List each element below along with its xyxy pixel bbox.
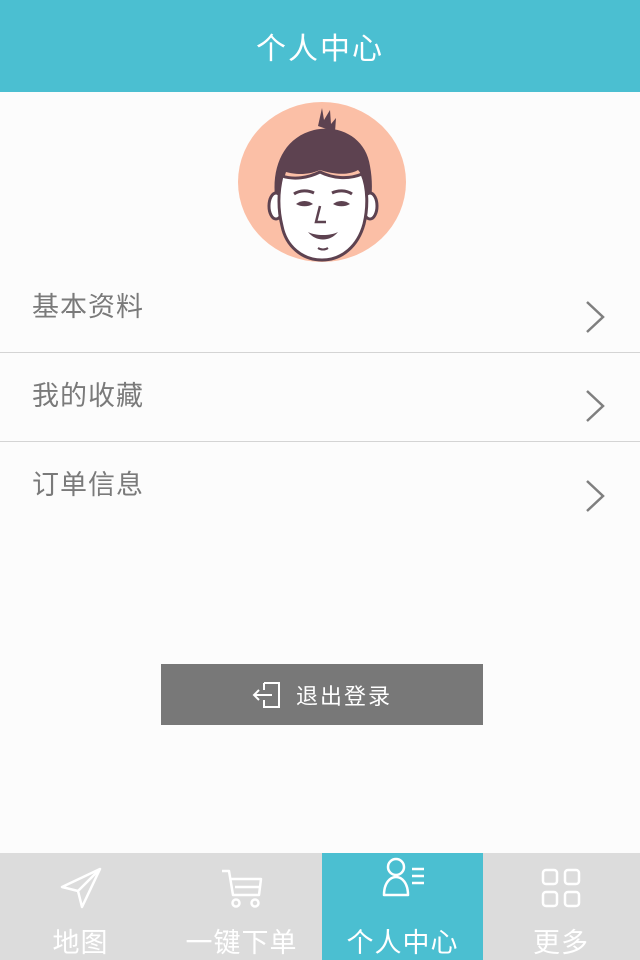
menu-item-label: 我的收藏: [32, 380, 144, 412]
cart-icon: [221, 869, 262, 908]
menu-item-favorites[interactable]: 我的收藏: [0, 353, 640, 442]
grid-icon: [541, 868, 581, 908]
logout-icon: [252, 681, 280, 708]
tab-label: 更多: [533, 928, 589, 959]
menu-item-label: 基本资料: [32, 291, 144, 323]
tab-label: 个人中心: [346, 928, 459, 959]
tab-map[interactable]: 地图: [0, 853, 161, 960]
page-title: 个人中心: [256, 32, 384, 67]
tab-quick-order[interactable]: 一键下单: [161, 853, 322, 960]
avatar[interactable]: [236, 100, 408, 264]
tab-more[interactable]: 更多: [483, 853, 639, 960]
menu-item-label: 订单信息: [32, 470, 144, 501]
menu-item-basic-info[interactable]: 基本资料: [0, 264, 640, 353]
tab-profile[interactable]: 个人中心: [322, 853, 483, 960]
chevron-right-icon: [586, 390, 605, 422]
top-bar: 个人中心: [0, 0, 640, 92]
chevron-right-icon: [586, 479, 605, 512]
tab-label: 地图: [52, 928, 109, 959]
person-list-icon: [382, 857, 424, 897]
tab-label: 一键下单: [185, 928, 298, 959]
send-icon: [60, 867, 101, 909]
logout-button[interactable]: 退出登录: [161, 664, 483, 725]
chevron-right-icon: [586, 301, 605, 333]
bottom-tab-bar: 地图 一键下单 个人中心 更多: [0, 853, 640, 960]
logout-label: 退出登录: [295, 684, 392, 710]
menu-item-orders[interactable]: 订单信息: [0, 442, 640, 531]
profile-menu: 基本资料 我的收藏 订单信息: [0, 264, 640, 531]
